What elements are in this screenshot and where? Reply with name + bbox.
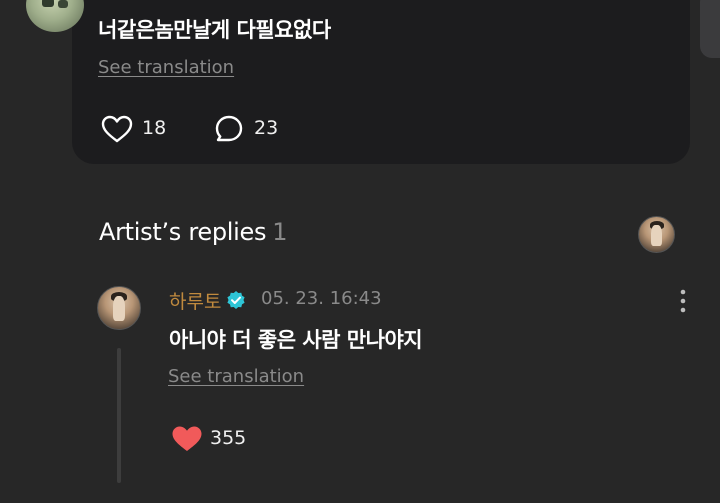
reply-count: 23 [254, 117, 279, 139]
artist-avatar[interactable] [97, 286, 141, 330]
artist-replies-heading: Artist’s replies 1 [99, 218, 287, 246]
reply-button[interactable] [214, 114, 244, 144]
artist-replies-count: 1 [272, 218, 288, 246]
reply-timestamp: 05. 23. 16:43 [261, 288, 382, 309]
artist-replies-title: Artist’s replies [99, 218, 267, 246]
like-count: 18 [142, 117, 167, 139]
reply-see-translation-link[interactable]: See translation [168, 366, 304, 387]
comment-text: 너같은놈만날게 다필요없다 [98, 18, 331, 42]
artist-avatar-small[interactable] [638, 216, 675, 253]
verified-badge-icon [227, 291, 245, 309]
verified-badge [226, 290, 246, 310]
comment-bubble-icon [215, 115, 243, 142]
more-options-button[interactable] [672, 286, 694, 316]
next-card-peek[interactable] [700, 0, 720, 58]
heart-filled-icon [172, 426, 202, 451]
reply-text: 아니야 더 좋은 사람 만나야지 [169, 328, 423, 352]
thread-line [117, 348, 121, 483]
more-vertical-icon [680, 289, 686, 313]
reply-like-button[interactable] [170, 424, 204, 454]
artist-name[interactable]: 하루토 [169, 287, 221, 314]
see-translation-link[interactable]: See translation [98, 57, 234, 78]
heart-outline-icon [101, 115, 133, 143]
like-button[interactable] [100, 114, 134, 144]
reply-like-count: 355 [210, 427, 247, 449]
